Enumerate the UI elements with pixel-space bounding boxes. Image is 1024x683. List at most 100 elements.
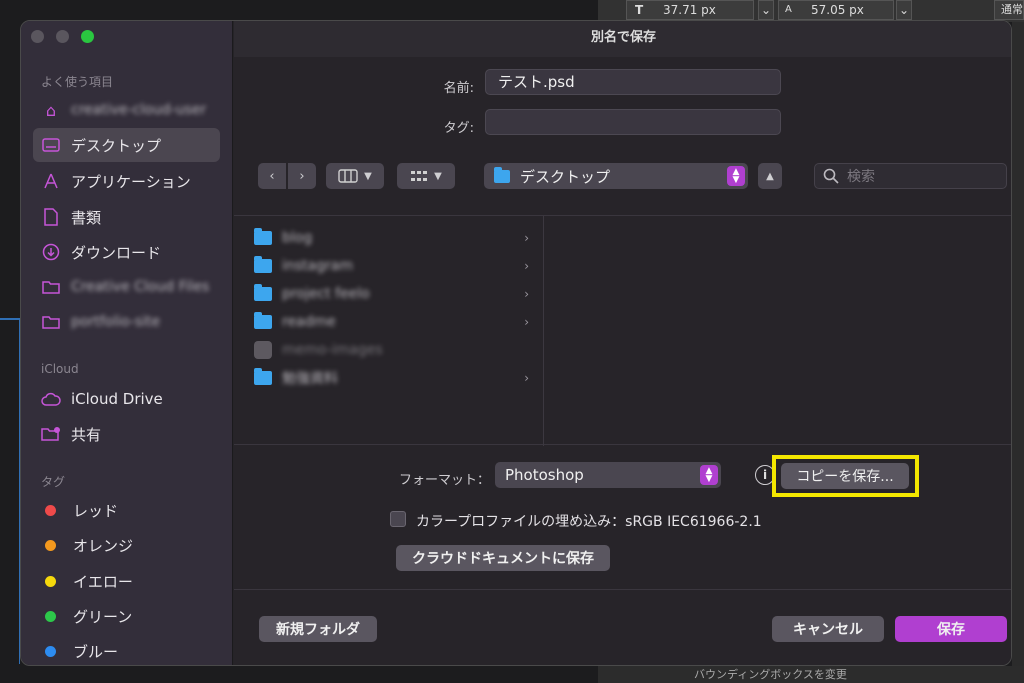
search-field[interactable]: 検索 bbox=[814, 163, 1007, 189]
sidebar-item-label: iCloud Drive bbox=[71, 390, 163, 408]
blend-mode-field[interactable]: 通常 bbox=[994, 0, 1024, 20]
sidebar-item-downloads[interactable]: ダウンロード bbox=[33, 235, 220, 269]
chevron-up-icon: ▲ bbox=[766, 170, 774, 182]
zoom-button[interactable] bbox=[81, 30, 94, 43]
list-item: memo-images bbox=[254, 338, 529, 362]
format-stepper-icon: ▲ ▼ bbox=[700, 465, 718, 485]
chevron-left-icon: ‹ bbox=[269, 168, 275, 184]
sidebar-item-label: 書類 bbox=[71, 208, 102, 227]
embed-profile-label: カラープロファイルの埋め込み：sRGB IEC61966-2.1 bbox=[416, 514, 762, 530]
tag-yellow-dot bbox=[45, 575, 56, 587]
sidebar-item-portfolio[interactable]: portfolio-site bbox=[33, 305, 220, 339]
format-popup[interactable]: Photoshop ▲ ▼ bbox=[495, 462, 721, 488]
chevron-right-icon: › bbox=[524, 287, 529, 301]
tag-input[interactable] bbox=[485, 109, 781, 135]
location-popup[interactable]: デスクトップ ▲ ▼ bbox=[484, 163, 748, 189]
chevron-down-icon: ▼ bbox=[434, 170, 442, 182]
sidebar-item-label: ダウンロード bbox=[71, 243, 162, 262]
main-panel: 別名で保存 名前: テスト.psd タグ: ‹ › ▼ ▼ デスクトップ ▲ ▼ … bbox=[234, 21, 1011, 665]
filename-input[interactable]: テスト.psd bbox=[485, 69, 781, 95]
folder-icon bbox=[254, 228, 272, 245]
name-label: 名前: bbox=[443, 81, 474, 96]
list-item[interactable]: instagram › bbox=[254, 254, 529, 278]
tag-red-dot bbox=[45, 504, 56, 516]
list-item[interactable]: blog › bbox=[254, 226, 529, 250]
search-icon bbox=[823, 168, 839, 184]
sidebar-tag-red[interactable]: レッド bbox=[33, 493, 220, 527]
sidebar-item-icloud-drive[interactable]: iCloud Drive bbox=[33, 382, 220, 416]
tags-heading: タグ bbox=[41, 475, 66, 489]
view-mode-button[interactable]: ▼ bbox=[326, 163, 384, 189]
tag-label: タグ: bbox=[443, 121, 474, 136]
cloud-save-button[interactable]: クラウドドキュメントに保存 bbox=[396, 545, 610, 571]
list-item[interactable]: project feelo › bbox=[254, 282, 529, 306]
new-folder-button[interactable]: 新規フォルダ bbox=[259, 616, 377, 642]
folder-icon bbox=[254, 368, 272, 385]
sidebar: よく使う項目 ⌂ creative-cloud-user デスクトップ アプリケ… bbox=[21, 21, 233, 665]
chevron-down-icon: ▼ bbox=[364, 170, 372, 182]
sidebar-item-label: portfolio-site bbox=[71, 314, 161, 330]
sidebar-item-label: ブルー bbox=[73, 642, 119, 661]
back-button[interactable]: ‹ bbox=[258, 163, 286, 189]
font-size-field[interactable]: T 37.71 px bbox=[626, 0, 754, 20]
minimize-button[interactable] bbox=[56, 30, 69, 43]
format-value: Photoshop bbox=[505, 466, 584, 484]
cancel-button[interactable]: キャンセル bbox=[772, 616, 884, 642]
shared-folder-icon bbox=[41, 424, 61, 444]
location-stepper-icon: ▲ ▼ bbox=[727, 166, 745, 186]
close-button[interactable] bbox=[31, 30, 44, 43]
sidebar-item-label: グリーン bbox=[73, 607, 133, 626]
chevron-right-icon: › bbox=[524, 315, 529, 329]
sidebar-item-applications[interactable]: アプリケーション bbox=[33, 164, 220, 198]
sidebar-item-label: アプリケーション bbox=[71, 172, 191, 191]
chevron-right-icon: › bbox=[524, 231, 529, 245]
folder-icon bbox=[254, 256, 272, 273]
sidebar-item-documents[interactable]: 書類 bbox=[33, 200, 220, 234]
file-name: 勉強資料 bbox=[282, 371, 338, 387]
save-button[interactable]: 保存 bbox=[895, 616, 1007, 642]
applications-icon bbox=[41, 171, 61, 191]
font-size-icon: T bbox=[635, 3, 644, 17]
sidebar-item-shared[interactable]: 共有 bbox=[33, 417, 220, 451]
sidebar-item-label: オレンジ bbox=[73, 536, 134, 555]
sidebar-item-label: デスクトップ bbox=[71, 136, 162, 155]
leading-dropdown-icon[interactable]: ⌄ bbox=[896, 0, 912, 20]
font-size-dropdown-icon[interactable]: ⌄ bbox=[758, 0, 774, 20]
divider bbox=[234, 589, 1011, 590]
list-item[interactable]: 勉強資料 › bbox=[254, 366, 529, 390]
leading-field[interactable]: A 57.05 px bbox=[778, 0, 894, 20]
format-label: フォーマット： bbox=[398, 473, 490, 488]
tag-blue-dot bbox=[45, 645, 56, 657]
forward-button[interactable]: › bbox=[288, 163, 316, 189]
tag-green-dot bbox=[45, 610, 56, 622]
sidebar-item-label: イエロー bbox=[73, 572, 133, 591]
embed-profile-checkbox[interactable] bbox=[390, 511, 406, 527]
sidebar-tag-yellow[interactable]: イエロー bbox=[33, 564, 220, 598]
cloud-icon bbox=[41, 389, 61, 409]
chevron-right-icon: › bbox=[299, 168, 305, 184]
sidebar-item-desktop[interactable]: デスクトップ bbox=[33, 128, 220, 162]
sidebar-tag-orange[interactable]: オレンジ bbox=[33, 528, 220, 562]
file-name: project feelo bbox=[282, 286, 370, 302]
folder-icon bbox=[494, 166, 510, 183]
sidebar-item-label: creative-cloud-user bbox=[71, 102, 207, 118]
document-icon bbox=[41, 207, 61, 227]
sidebar-item-label: Creative Cloud Files bbox=[71, 279, 210, 295]
group-button[interactable]: ▼ bbox=[397, 163, 455, 189]
sidebar-item-home[interactable]: ⌂ creative-cloud-user bbox=[33, 93, 220, 127]
sidebar-tag-blue[interactable]: ブルー bbox=[33, 634, 220, 665]
sidebar-item-label: 共有 bbox=[71, 425, 102, 444]
file-name: memo-images bbox=[282, 342, 383, 358]
file-name: instagram bbox=[282, 258, 353, 274]
background-canvas-edge bbox=[0, 318, 20, 664]
file-name: blog bbox=[282, 230, 313, 246]
search-placeholder: 検索 bbox=[847, 169, 875, 185]
sidebar-tag-green[interactable]: グリーン bbox=[33, 599, 220, 633]
column-divider bbox=[543, 216, 544, 446]
home-icon: ⌂ bbox=[45, 100, 57, 120]
sidebar-item-creative-cloud[interactable]: Creative Cloud Files bbox=[33, 270, 220, 304]
collapse-button[interactable]: ▲ bbox=[758, 163, 782, 189]
folder-icon bbox=[254, 312, 272, 329]
sidebar-item-label: レッド bbox=[73, 501, 119, 520]
list-item[interactable]: readme › bbox=[254, 310, 529, 334]
